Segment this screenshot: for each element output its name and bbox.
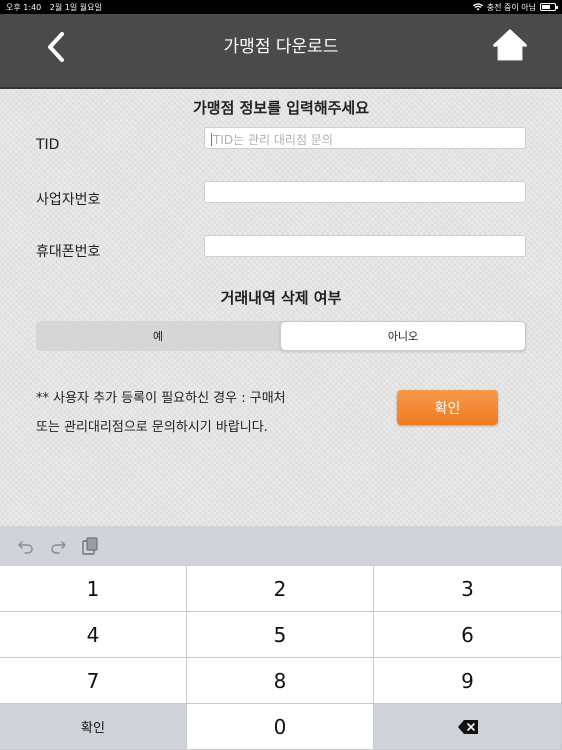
navigation-bar: 가맹점 다운로드: [0, 14, 562, 89]
phone-number-input[interactable]: [204, 235, 526, 257]
form-section-title: 가맹점 정보를 입력해주세요: [192, 99, 370, 117]
tid-placeholder: TID는 관리 대리점 문의: [213, 133, 333, 147]
key-9[interactable]: 9: [374, 658, 562, 704]
delete-no-option[interactable]: 아니오: [280, 321, 526, 351]
numeric-keypad: 1 2 3 4 5 6 7 8 9 확인 0: [0, 566, 562, 750]
notice-line-2: 또는 관리대리점으로 문의하시기 바랍니다.: [36, 420, 268, 435]
wifi-icon: [472, 3, 483, 11]
undo-icon[interactable]: [16, 536, 36, 556]
status-date: 2월 1일 월요일: [49, 2, 102, 12]
key-4[interactable]: 4: [0, 612, 187, 658]
status-right: 충전 중이 아님: [472, 2, 558, 13]
phone-number-label: 휴대폰번호: [36, 244, 101, 260]
redo-icon[interactable]: [48, 536, 68, 556]
delete-yes-option[interactable]: 예: [36, 321, 280, 351]
key-5[interactable]: 5: [187, 612, 374, 658]
key-6[interactable]: 6: [374, 612, 562, 658]
tid-label: TID: [36, 137, 60, 153]
business-number-input[interactable]: [204, 181, 526, 203]
key-8[interactable]: 8: [187, 658, 374, 704]
paste-icon[interactable]: [80, 536, 100, 556]
battery-fill: [542, 5, 550, 9]
text-cursor: [211, 133, 212, 146]
keyboard-confirm-key[interactable]: 확인: [0, 704, 187, 750]
key-2[interactable]: 2: [187, 566, 374, 612]
business-number-label: 사업자번호: [36, 192, 101, 208]
charging-status: 충전 중이 아님: [486, 2, 536, 12]
key-7[interactable]: 7: [0, 658, 187, 704]
confirm-button[interactable]: 확인: [397, 390, 498, 425]
main-content: 가맹점 정보를 입력해주세요 TID TID는 관리 대리점 문의 사업자번호 …: [0, 89, 562, 526]
key-0[interactable]: 0: [187, 704, 374, 750]
status-time: 오후 1:40: [6, 2, 42, 12]
page-title: 가맹점 다운로드: [223, 37, 339, 57]
keyboard-toolbar: [0, 526, 562, 566]
key-3[interactable]: 3: [374, 566, 562, 612]
home-button[interactable]: [490, 26, 530, 66]
status-bar: 오후 1:40 2월 1일 월요일 충전 중이 아님: [0, 0, 562, 14]
delete-key[interactable]: [374, 704, 562, 750]
tid-input[interactable]: TID는 관리 대리점 문의: [204, 127, 526, 149]
delete-icon: [457, 719, 478, 734]
delete-history-segmented-control: 예 아니오: [36, 321, 526, 351]
home-icon: [492, 29, 528, 61]
notice-line-1: ** 사용자 추가 등록이 필요하신 경우 : 구매처: [36, 391, 286, 406]
key-1[interactable]: 1: [0, 566, 187, 612]
status-left: 오후 1:40 2월 1일 월요일: [6, 2, 102, 13]
delete-history-title: 거래내역 삭제 여부: [220, 289, 342, 307]
battery-icon: [540, 3, 558, 11]
